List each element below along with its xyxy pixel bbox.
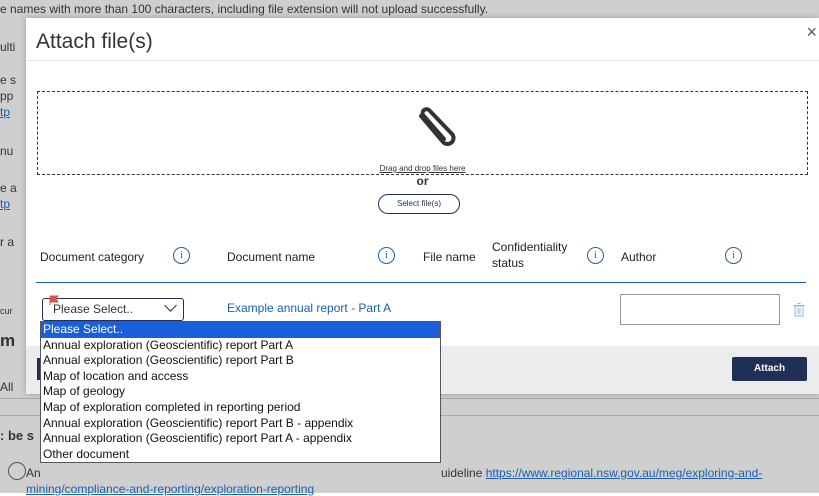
column-header-category: Document category (40, 250, 145, 264)
background-fragment: ulti (0, 40, 16, 54)
close-icon[interactable]: × (806, 22, 817, 43)
option-map-location-access[interactable]: Map of location and access (41, 369, 440, 385)
option-map-exploration[interactable]: Map of exploration completed in reportin… (41, 400, 440, 416)
column-header-confidentiality-line2: status (492, 256, 525, 270)
info-icon[interactable]: i (173, 247, 190, 264)
background-fragment: e a (0, 181, 17, 195)
column-header-file: File name (423, 250, 476, 264)
option-map-geology[interactable]: Map of geology (41, 384, 440, 400)
background-warning-text: e names with more than 100 characters, i… (0, 2, 489, 16)
option-report-part-b[interactable]: Annual exploration (Geoscientific) repor… (41, 353, 440, 369)
guideline-link[interactable]: https://www.regional.nsw.gov.au/meg/expl… (486, 466, 763, 480)
select-files-button[interactable]: Select file(s) (378, 194, 460, 214)
background-fragment: pp (0, 89, 14, 103)
background-fragment: nu (0, 144, 14, 158)
background-guideline-label: uideline (441, 466, 486, 480)
paperclip-icon (419, 107, 456, 146)
background-fragment: e s (0, 73, 17, 87)
drop-hint-text: Drag and drop files here (379, 164, 466, 173)
modal-title: Attach file(s) (36, 30, 153, 53)
column-header-name: Document name (227, 250, 316, 264)
background-fragment: All (0, 380, 14, 394)
background-link-fragment[interactable]: tp (0, 105, 10, 119)
option-other-document[interactable]: Other document (41, 447, 440, 463)
document-name-link[interactable]: Example annual report - Part A (227, 301, 391, 315)
document-category-options: Please Select.. Annual exploration (Geos… (40, 321, 441, 464)
background-fragment: m (0, 331, 16, 350)
background-fragment: An (26, 466, 41, 480)
file-drop-zone[interactable]: Drag and drop files here (37, 91, 808, 175)
option-report-part-a[interactable]: Annual exploration (Geoscientific) repor… (41, 338, 440, 354)
or-separator: or (416, 174, 429, 188)
background-fragment: cur (0, 306, 13, 316)
column-header-confidentiality-line1: Confidentiality (492, 240, 568, 254)
trash-icon[interactable] (793, 303, 805, 317)
option-please-select[interactable]: Please Select.. (41, 322, 440, 338)
modal-divider (26, 60, 819, 61)
option-report-part-b-appendix[interactable]: Annual exploration (Geoscientific) repor… (41, 416, 440, 432)
info-icon[interactable]: i (587, 247, 604, 264)
background-link-fragment[interactable]: tp (0, 197, 10, 211)
header-divider (36, 282, 806, 283)
background-fragment: r a (0, 235, 15, 249)
chevron-down-icon (164, 299, 177, 312)
info-icon[interactable]: i (378, 247, 395, 264)
guideline-link-continued[interactable]: mining/compliance-and-reporting/explorat… (26, 482, 314, 496)
document-category-value: Please Select.. (53, 302, 134, 316)
document-category-select[interactable]: Please Select.. (42, 295, 184, 321)
column-header-author: Author (621, 250, 657, 264)
background-radio[interactable] (8, 462, 26, 480)
background-fragment: : be s (0, 428, 34, 443)
background-guideline-text: uideline https://www.regional.nsw.gov.au… (441, 466, 762, 480)
author-input[interactable] (620, 294, 780, 325)
option-report-part-a-appendix[interactable]: Annual exploration (Geoscientific) repor… (41, 431, 440, 447)
attach-button[interactable]: Attach (732, 357, 807, 381)
info-icon[interactable]: i (725, 247, 742, 264)
column-header-confidentiality: Confidentiality status (492, 240, 567, 270)
